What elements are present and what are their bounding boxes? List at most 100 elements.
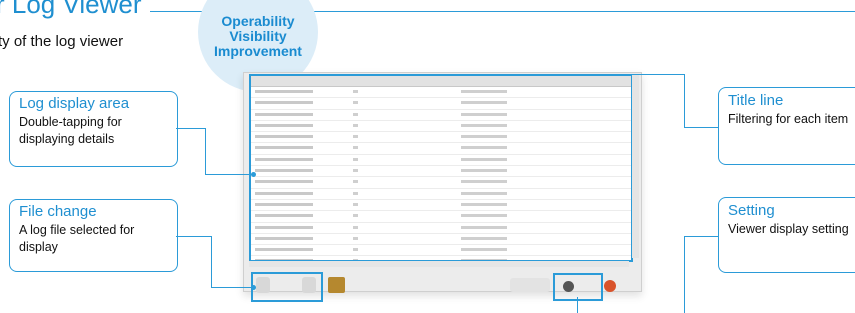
log-row[interactable] xyxy=(251,223,631,234)
log-cell xyxy=(353,202,358,206)
log-cell xyxy=(353,112,358,116)
callout-title-line: Title line Filtering for each item xyxy=(718,87,855,165)
connector-line xyxy=(205,174,253,175)
page-title: r Log Viewer xyxy=(0,0,142,19)
log-grid[interactable] xyxy=(249,74,633,262)
log-cell xyxy=(461,146,507,150)
connector-line xyxy=(684,127,718,128)
connector-dot xyxy=(251,285,256,290)
log-row[interactable] xyxy=(251,132,631,144)
badge-line-visibility: Visibility xyxy=(229,28,287,44)
connector-line xyxy=(205,128,206,174)
log-cell xyxy=(461,202,507,206)
next-file-button[interactable] xyxy=(302,277,316,293)
log-cell xyxy=(461,214,507,218)
callout-log-display-desc: Double-tapping for displaying details xyxy=(19,115,122,146)
log-cell xyxy=(255,248,313,252)
log-row[interactable] xyxy=(251,87,631,99)
log-cell xyxy=(461,191,507,195)
callout-file-change: File change A log file selected for disp… xyxy=(9,199,178,272)
log-row[interactable] xyxy=(251,155,631,167)
log-cell xyxy=(255,90,313,93)
log-row[interactable] xyxy=(251,234,631,246)
log-cell xyxy=(353,135,358,139)
log-cell xyxy=(255,112,313,116)
log-row[interactable] xyxy=(251,98,631,110)
connector-line xyxy=(211,287,253,288)
log-cell xyxy=(461,225,507,229)
log-row[interactable] xyxy=(251,177,631,189)
horizontal-scrollbar[interactable] xyxy=(249,261,629,267)
callout-title-line-title: Title line xyxy=(728,92,784,109)
prev-file-button[interactable] xyxy=(256,277,270,293)
log-cell xyxy=(255,214,313,218)
log-cell xyxy=(461,123,507,127)
log-cell xyxy=(353,180,358,184)
log-cell xyxy=(461,236,507,240)
connector-line xyxy=(684,236,718,237)
log-row[interactable] xyxy=(251,200,631,212)
badge-line-improvement: Improvement xyxy=(214,43,302,59)
log-cell xyxy=(353,236,358,240)
callout-setting-desc: Viewer display setting xyxy=(728,222,849,236)
log-cell xyxy=(255,101,313,105)
vertical-scrollbar[interactable] xyxy=(632,74,639,258)
connector-line xyxy=(176,128,206,129)
log-cell xyxy=(461,112,507,116)
log-cell xyxy=(353,157,358,161)
log-cell xyxy=(255,202,313,206)
log-cell xyxy=(255,191,313,195)
log-grid-header[interactable] xyxy=(251,76,631,87)
log-row[interactable] xyxy=(251,121,631,133)
log-cell xyxy=(353,191,358,195)
callout-setting: Setting Viewer display setting xyxy=(718,197,855,273)
log-cell xyxy=(353,248,358,252)
image-icon[interactable] xyxy=(328,277,345,293)
close-icon[interactable] xyxy=(604,280,616,292)
log-row[interactable] xyxy=(251,143,631,155)
gear-icon[interactable] xyxy=(563,281,574,292)
connector-dot xyxy=(251,172,256,177)
log-cell xyxy=(255,135,313,139)
connector-line xyxy=(684,236,685,313)
log-cell xyxy=(255,157,313,161)
log-cell xyxy=(353,146,358,150)
log-cell xyxy=(353,225,358,229)
disabled-button[interactable] xyxy=(510,278,550,292)
callout-setting-title: Setting xyxy=(728,202,775,219)
log-cell xyxy=(461,248,507,252)
log-cell xyxy=(353,90,358,93)
log-row[interactable] xyxy=(251,166,631,178)
callout-title-line-desc: Filtering for each item xyxy=(728,112,849,126)
log-cell xyxy=(461,180,507,184)
badge-line-operability: Operability xyxy=(221,13,295,29)
connector-line xyxy=(625,74,685,75)
log-cell xyxy=(255,169,313,173)
intro-text: ty of the log viewer xyxy=(0,33,124,50)
connector-line xyxy=(176,236,212,237)
callout-log-display-title: Log display area xyxy=(19,95,130,112)
log-cell xyxy=(255,123,313,127)
log-cell xyxy=(461,157,507,161)
setting-button-box[interactable] xyxy=(553,273,603,301)
log-cell xyxy=(353,169,358,173)
log-cell xyxy=(461,101,507,105)
log-cell xyxy=(255,180,313,184)
log-cell xyxy=(461,135,507,139)
log-cell xyxy=(461,169,507,173)
log-cell xyxy=(353,101,358,105)
connector-line xyxy=(684,74,685,128)
log-row[interactable] xyxy=(251,211,631,223)
log-cell xyxy=(255,146,313,150)
log-cell xyxy=(353,214,358,218)
improvement-badge-text: Operability Visibility Improvement xyxy=(198,14,318,59)
log-cell xyxy=(353,123,358,127)
log-row[interactable] xyxy=(251,189,631,200)
connector-line xyxy=(577,297,578,313)
callout-file-change-desc: A log file selected for display xyxy=(19,223,135,254)
connector-line xyxy=(211,236,212,287)
log-row[interactable] xyxy=(251,110,631,121)
callout-log-display: Log display area Double-tapping for disp… xyxy=(9,91,178,167)
log-cell xyxy=(461,90,507,93)
log-row[interactable] xyxy=(251,245,631,257)
